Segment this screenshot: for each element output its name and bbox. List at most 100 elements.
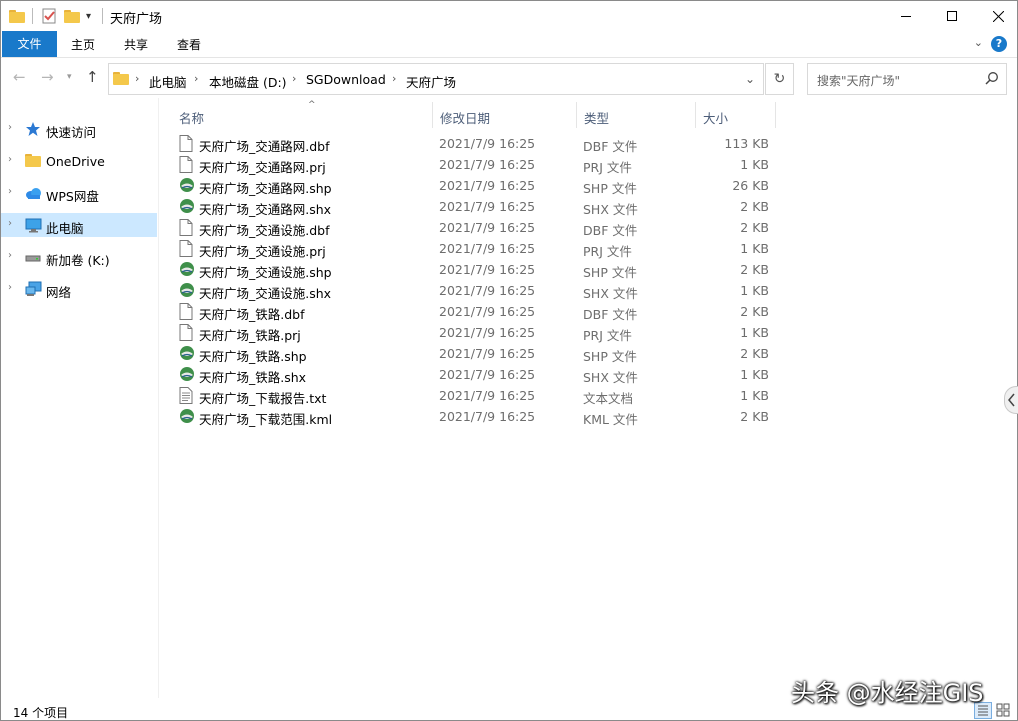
file-size: 1 KB bbox=[740, 367, 769, 382]
drive-icon bbox=[25, 249, 41, 265]
breadcrumb-current-folder[interactable]: 天府广场 bbox=[406, 72, 456, 91]
sidebar-item-this-pc[interactable]: › 此电脑 bbox=[1, 213, 157, 237]
breadcrumb-sgdownload[interactable]: SGDownload bbox=[306, 72, 386, 87]
expand-arrow-icon[interactable]: › bbox=[8, 186, 12, 197]
file-type: PRJ 文件 bbox=[583, 328, 632, 343]
breadcrumb-separator[interactable]: › bbox=[194, 72, 198, 85]
help-icon[interactable]: ? bbox=[991, 36, 1007, 52]
breadcrumb-separator[interactable]: › bbox=[135, 72, 139, 85]
file-name: 天府广场_交通设施.prj bbox=[199, 244, 326, 259]
file-row[interactable]: 天府广场_交通设施.shx 2021/7/9 16:25 SHX 文件 1 KB bbox=[161, 280, 1001, 301]
file-row[interactable]: 天府广场_铁路.prj 2021/7/9 16:25 PRJ 文件 1 KB bbox=[161, 322, 1001, 343]
tab-view[interactable]: 查看 bbox=[169, 33, 209, 57]
file-row[interactable]: 天府广场_交通设施.shp 2021/7/9 16:25 SHP 文件 2 KB bbox=[161, 259, 1001, 280]
expand-arrow-icon[interactable]: › bbox=[8, 282, 12, 293]
breadcrumb-this-pc[interactable]: 此电脑 bbox=[149, 72, 187, 91]
file-name: 天府广场_下载报告.txt bbox=[199, 391, 327, 406]
file-date: 2021/7/9 16:25 bbox=[439, 178, 536, 193]
back-icon[interactable]: ← bbox=[13, 68, 26, 86]
breadcrumb-separator[interactable]: › bbox=[292, 72, 296, 85]
file-icon bbox=[179, 240, 195, 257]
column-header-date[interactable]: 修改日期 bbox=[432, 104, 576, 129]
expand-arrow-icon[interactable]: › bbox=[8, 122, 12, 133]
breadcrumb-separator[interactable]: › bbox=[392, 72, 396, 85]
file-size: 2 KB bbox=[740, 409, 769, 424]
item-count: 14 个项目 bbox=[13, 706, 69, 720]
folder-icon bbox=[113, 72, 129, 85]
file-date: 2021/7/9 16:25 bbox=[439, 283, 536, 298]
file-row[interactable]: 天府广场_交通路网.shp 2021/7/9 16:25 SHP 文件 26 KB bbox=[161, 175, 1001, 196]
tab-file[interactable]: 文件 bbox=[2, 31, 57, 57]
close-icon[interactable] bbox=[975, 1, 1018, 31]
file-row[interactable]: 天府广场_铁路.shx 2021/7/9 16:25 SHX 文件 1 KB bbox=[161, 364, 1001, 385]
file-row[interactable]: 天府广场_交通路网.prj 2021/7/9 16:25 PRJ 文件 1 KB bbox=[161, 154, 1001, 175]
file-name: 天府广场_铁路.dbf bbox=[199, 307, 305, 322]
sidebar-item-network[interactable]: › 网络 bbox=[1, 277, 157, 301]
file-type: SHP 文件 bbox=[583, 181, 637, 196]
file-row[interactable]: 天府广场_交通设施.prj 2021/7/9 16:25 PRJ 文件 1 KB bbox=[161, 238, 1001, 259]
new-folder-icon[interactable] bbox=[64, 7, 80, 25]
collapse-panel-handle[interactable] bbox=[1004, 386, 1018, 414]
expand-arrow-icon[interactable]: › bbox=[8, 218, 12, 229]
file-row[interactable]: 天府广场_铁路.shp 2021/7/9 16:25 SHP 文件 2 KB bbox=[161, 343, 1001, 364]
sidebar-item-volume-k[interactable]: › 新加卷 (K:) bbox=[1, 245, 157, 269]
file-icon bbox=[179, 303, 195, 320]
expand-arrow-icon[interactable]: › bbox=[8, 250, 12, 261]
navigation-pane: › 快速访问 › OneDrive › WPS网盘 › 此电脑 › 新加卷 (K… bbox=[1, 98, 159, 698]
file-size: 1 KB bbox=[740, 283, 769, 298]
globe-icon bbox=[179, 177, 195, 194]
breadcrumb-drive[interactable]: 本地磁盘 (D:) bbox=[209, 72, 287, 91]
file-row[interactable]: 天府广场_下载报告.txt 2021/7/9 16:25 文本文档 1 KB bbox=[161, 385, 1001, 406]
file-row[interactable]: 天府广场_下载范围.kml 2021/7/9 16:25 KML 文件 2 KB bbox=[161, 406, 1001, 427]
expand-ribbon-icon[interactable]: ⌄ bbox=[974, 36, 983, 49]
file-name: 天府广场_铁路.prj bbox=[199, 328, 301, 343]
file-name: 天府广场_铁路.shx bbox=[199, 370, 307, 385]
file-date: 2021/7/9 16:25 bbox=[439, 388, 536, 403]
file-date: 2021/7/9 16:25 bbox=[439, 346, 536, 361]
file-name: 天府广场_交通设施.shx bbox=[199, 286, 332, 301]
column-header-name[interactable]: 名称 ^ bbox=[171, 100, 431, 129]
chevron-down-icon[interactable]: ⌄ bbox=[745, 72, 755, 86]
sidebar-item-quick-access[interactable]: › 快速访问 bbox=[1, 117, 157, 141]
column-divider[interactable] bbox=[775, 102, 776, 128]
search-input[interactable]: 搜索"天府广场" bbox=[807, 63, 1007, 95]
tab-home[interactable]: 主页 bbox=[63, 33, 103, 57]
forward-icon[interactable]: → bbox=[41, 68, 54, 86]
column-header-size[interactable]: 大小 bbox=[695, 104, 775, 129]
sidebar-item-onedrive[interactable]: › OneDrive bbox=[1, 149, 157, 173]
properties-icon[interactable] bbox=[41, 7, 57, 25]
folder-icon bbox=[9, 7, 25, 25]
up-icon[interactable]: ↑ bbox=[86, 68, 99, 86]
globe-icon bbox=[179, 198, 195, 215]
recent-locations-icon[interactable]: ▾ bbox=[67, 72, 72, 82]
maximize-icon[interactable] bbox=[929, 1, 975, 31]
file-type: DBF 文件 bbox=[583, 223, 638, 238]
file-row[interactable]: 天府广场_铁路.dbf 2021/7/9 16:25 DBF 文件 2 KB bbox=[161, 301, 1001, 322]
navigation-bar: ← → ▾ ↑ › 此电脑 › 本地磁盘 (D:) › SGDownload ›… bbox=[1, 58, 1017, 98]
column-header-type[interactable]: 类型 bbox=[576, 104, 695, 129]
customize-toolbar-icon[interactable]: ▾ bbox=[86, 7, 91, 25]
file-date: 2021/7/9 16:25 bbox=[439, 157, 536, 172]
file-row[interactable]: 天府广场_交通路网.shx 2021/7/9 16:25 SHX 文件 2 KB bbox=[161, 196, 1001, 217]
sidebar-item-wps[interactable]: › WPS网盘 bbox=[1, 181, 157, 205]
file-date: 2021/7/9 16:25 bbox=[439, 241, 536, 256]
address-bar[interactable]: › 此电脑 › 本地磁盘 (D:) › SGDownload › 天府广场 ⌄ bbox=[108, 63, 764, 95]
large-icons-view-icon[interactable] bbox=[995, 702, 1013, 719]
tab-share[interactable]: 共享 bbox=[116, 33, 156, 57]
minimize-icon[interactable] bbox=[883, 1, 929, 31]
window-title: 天府广场 bbox=[110, 12, 163, 27]
file-name: 天府广场_交通路网.shx bbox=[199, 202, 332, 217]
file-type: 文本文档 bbox=[583, 391, 634, 406]
expand-arrow-icon[interactable]: › bbox=[8, 154, 12, 165]
file-type: KML 文件 bbox=[583, 412, 638, 427]
file-row[interactable]: 天府广场_交通设施.dbf 2021/7/9 16:25 DBF 文件 2 KB bbox=[161, 217, 1001, 238]
file-type: SHX 文件 bbox=[583, 370, 638, 385]
column-header-label: 大小 bbox=[703, 111, 729, 126]
search-icon bbox=[985, 71, 999, 88]
file-type: DBF 文件 bbox=[583, 307, 638, 322]
file-type: SHP 文件 bbox=[583, 349, 637, 364]
file-row[interactable]: 天府广场_交通路网.dbf 2021/7/9 16:25 DBF 文件 113 KB bbox=[161, 133, 1001, 154]
file-type: DBF 文件 bbox=[583, 139, 638, 154]
file-size: 1 KB bbox=[740, 241, 769, 256]
refresh-icon[interactable]: ↻ bbox=[765, 63, 794, 95]
